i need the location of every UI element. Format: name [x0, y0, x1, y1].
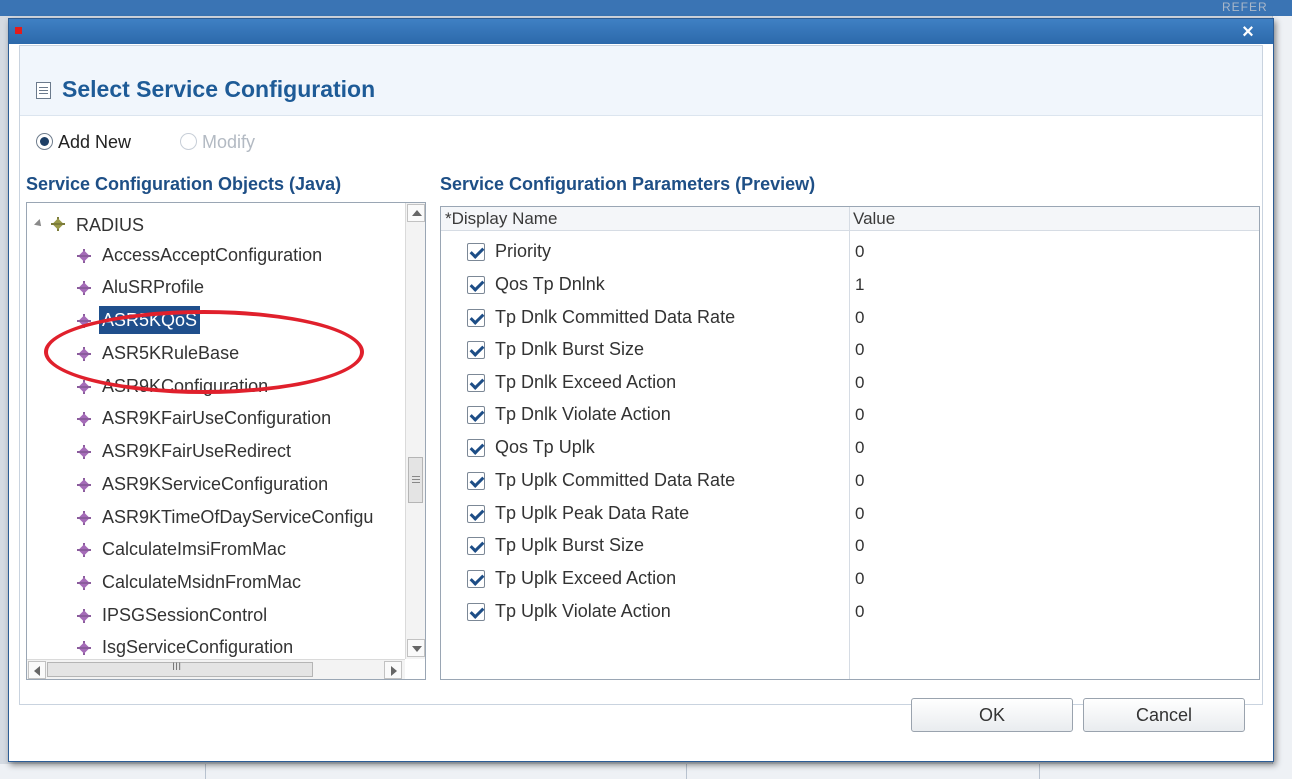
table-row: Tp Uplk Burst Size 0	[441, 529, 1259, 562]
tree-item-selected[interactable]: ASR5KQoS	[27, 306, 405, 338]
config-object-icon	[77, 249, 91, 263]
config-object-icon	[77, 412, 91, 426]
config-object-icon	[77, 511, 91, 525]
tree-vertical-scrollbar[interactable]	[405, 203, 425, 659]
row-checkbox[interactable]	[467, 243, 485, 261]
dialog-header: Select Service Configuration	[20, 46, 1262, 116]
table-header: *Display Name Value	[441, 207, 1259, 231]
background-right-pane	[1272, 16, 1292, 779]
document-icon	[36, 82, 51, 99]
config-object-icon	[77, 445, 91, 459]
cancel-button[interactable]: Cancel	[1083, 698, 1245, 732]
table-row: Priority 0	[441, 235, 1259, 268]
tree-item[interactable]: AccessAcceptConfiguration	[27, 241, 405, 273]
tree-node-radius[interactable]: RADIUS	[27, 209, 405, 241]
tree-item[interactable]: ASR9KFairUseRedirect	[27, 437, 405, 469]
parameters-table: *Display Name Value Priority 0 Qos Tp Dn…	[440, 206, 1260, 680]
tree-item[interactable]: IPSGSessionControl	[27, 601, 405, 633]
tree-item[interactable]: CalculateImsiFromMac	[27, 535, 405, 567]
arrow-up-icon	[412, 210, 422, 216]
table-row: Qos Tp Uplk 0	[441, 431, 1259, 464]
select-service-configuration-dialog: × Select Service Configuration Add New M…	[8, 18, 1274, 762]
scroll-up-button[interactable]	[407, 204, 425, 222]
tree-item[interactable]: AluSRProfile	[27, 273, 405, 305]
dialog-content-frame: Select Service Configuration Add New Mod…	[19, 45, 1263, 705]
arrow-right-icon	[391, 666, 397, 676]
scroll-left-button[interactable]	[28, 661, 46, 679]
tree-item[interactable]: ASR9KFairUseConfiguration	[27, 404, 405, 436]
vertical-scroll-thumb[interactable]	[408, 457, 423, 503]
tree-item[interactable]: ASR9KConfiguration	[27, 372, 405, 404]
modify-radio	[180, 133, 197, 150]
config-object-icon	[77, 576, 91, 590]
arrow-left-icon	[34, 666, 40, 676]
row-checkbox[interactable]	[467, 505, 485, 523]
column-header-display-name[interactable]: *Display Name	[445, 209, 557, 229]
table-row: Tp Dnlk Exceed Action 0	[441, 366, 1259, 399]
config-object-icon	[77, 641, 91, 655]
table-row: Qos Tp Dnlnk 1	[441, 268, 1259, 301]
page-title: Select Service Configuration	[62, 76, 376, 102]
table-row: Tp Uplk Exceed Action 0	[441, 562, 1259, 595]
horizontal-scroll-thumb[interactable]: III	[47, 661, 313, 677]
row-checkbox[interactable]	[467, 537, 485, 555]
background-bottom-strip	[0, 764, 1292, 779]
add-new-radio[interactable]	[36, 133, 53, 150]
window-indicator-icon	[15, 27, 22, 34]
config-object-icon	[77, 281, 91, 295]
scroll-down-button[interactable]	[407, 639, 425, 657]
close-button[interactable]: ×	[1235, 21, 1261, 43]
table-row: Tp Uplk Peak Data Rate 0	[441, 497, 1259, 530]
folder-node-icon	[51, 217, 65, 231]
config-object-icon	[77, 609, 91, 623]
row-checkbox[interactable]	[467, 439, 485, 457]
config-object-icon	[77, 380, 91, 394]
table-row: Tp Uplk Violate Action 0	[441, 595, 1259, 628]
tree-item[interactable]: ASR9KServiceConfiguration	[27, 470, 405, 502]
tree-horizontal-scrollbar[interactable]: III	[27, 659, 405, 679]
tree-item[interactable]: CalculateMsidnFromMac	[27, 568, 405, 600]
table-row: Tp Uplk Committed Data Rate 0	[441, 464, 1259, 497]
config-object-icon	[77, 543, 91, 557]
background-corner-text: REFER	[1222, 0, 1268, 14]
expand-arrow-icon[interactable]	[34, 219, 44, 229]
tree-item[interactable]: ASR5KRuleBase	[27, 339, 405, 371]
modify-label: Modify	[202, 132, 256, 152]
table-row: Tp Dnlk Burst Size 0	[441, 333, 1259, 366]
row-checkbox[interactable]	[467, 603, 485, 621]
table-row: Tp Dnlk Committed Data Rate 0	[441, 301, 1259, 334]
arrow-down-icon	[412, 646, 422, 652]
tree-item[interactable]: ASR9KTimeOfDayServiceConfigu	[27, 503, 405, 535]
row-checkbox[interactable]	[467, 341, 485, 359]
ok-button[interactable]: OK	[911, 698, 1073, 732]
row-checkbox[interactable]	[467, 472, 485, 490]
column-header-value[interactable]: Value	[853, 209, 895, 229]
background-app-bar	[0, 0, 1292, 16]
row-checkbox[interactable]	[467, 406, 485, 424]
parameters-section-title: Service Configuration Parameters (Previe…	[440, 174, 816, 194]
config-object-icon	[77, 347, 91, 361]
row-checkbox[interactable]	[467, 374, 485, 392]
dialog-titlebar[interactable]: ×	[9, 19, 1273, 44]
add-new-label[interactable]: Add New	[58, 130, 131, 154]
config-object-icon	[77, 314, 91, 328]
config-object-icon	[77, 478, 91, 492]
objects-section-title: Service Configuration Objects (Java)	[26, 174, 342, 194]
service-objects-tree[interactable]: RADIUS AccessAcceptConfiguration AluSRPr…	[26, 202, 426, 680]
row-checkbox[interactable]	[467, 309, 485, 327]
row-checkbox[interactable]	[467, 570, 485, 588]
table-row: Tp Dnlk Violate Action 0	[441, 398, 1259, 431]
row-checkbox[interactable]	[467, 276, 485, 294]
scroll-right-button[interactable]	[384, 661, 402, 679]
